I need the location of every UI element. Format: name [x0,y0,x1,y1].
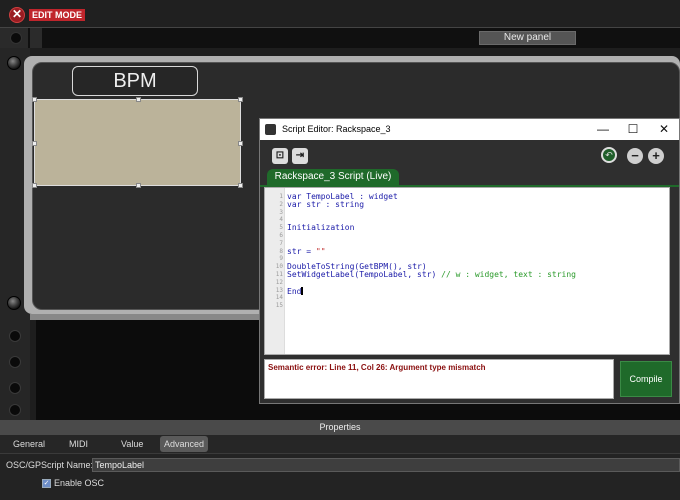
tab-rackspace-script[interactable]: Rackspace_3 Script (Live) [267,169,399,185]
code-line: End [287,286,304,296]
script-editor-title: Script Editor: Rackspace_3 [282,124,391,134]
line-number: 15 [275,302,283,310]
rack-hole-icon [9,356,21,368]
osc-name-input[interactable]: TempoLabel [92,458,680,472]
line-number: 3 [279,208,283,216]
bpm-text-label[interactable]: BPM [72,66,198,96]
tab-value[interactable]: Value [117,436,147,452]
rack-hole-icon [9,404,21,416]
code-string-token: "" [315,246,326,256]
code-line: SetWidgetLabel(TempoLabel, str) // w : w… [287,271,576,279]
text-caret [301,286,304,295]
line-number: 8 [279,247,283,255]
rack-hole-icon [9,382,21,394]
line-number: 1 [279,193,283,200]
script-editor-toolbar: ⊡ ⇥ ↶ − + [260,140,679,170]
undo-icon[interactable]: ↶ [601,147,617,163]
rack-divider [30,28,42,48]
code-token: End [287,286,302,296]
script-editor-titlebar[interactable]: Script Editor: Rackspace_3 — ☐ ✕ [260,119,679,140]
resize-handle[interactable] [238,183,243,188]
lock-icon[interactable]: ⊡ [272,148,288,164]
exit-edit-mode-icon[interactable]: ✕ [9,7,25,23]
tab-general[interactable]: General [9,436,49,452]
new-panel-button[interactable]: New panel [479,31,576,45]
properties-tabs: General MIDI Value Advanced [0,435,680,453]
error-output: Semantic error: Line 11, Col 26: Argumen… [264,359,614,399]
code-editor[interactable]: 1 2 3 4 5 6 7 8 9 10 11 12 13 14 15 var … [264,187,670,355]
app-window: ✕ EDIT MODE New panel BPM Script Editor: [0,0,680,500]
osc-name-label: OSC/GPScript Name: [6,460,94,470]
compile-button[interactable]: Compile [620,361,672,397]
rack-hole-icon [9,330,21,342]
resize-handle[interactable] [32,141,37,146]
code-token: str = [287,246,316,256]
line-number: 13 [275,286,283,294]
maximize-icon[interactable]: ☐ [618,119,648,140]
properties-header: Properties [0,420,680,435]
screw-icon [7,296,21,310]
top-bar: ✕ EDIT MODE [0,0,680,28]
code-line: str = "" [287,246,326,256]
tab-advanced[interactable]: Advanced [160,436,209,452]
line-number: 9 [279,255,283,263]
resize-handle[interactable] [32,97,37,102]
resize-handle[interactable] [238,141,243,146]
resize-handle[interactable] [136,183,141,188]
tab-midi[interactable]: MIDI [65,436,92,452]
close-icon[interactable]: ✕ [649,119,679,140]
screw-icon [7,56,21,70]
code-line: Initialization [287,223,355,233]
minimize-icon[interactable]: — [588,119,618,140]
enable-osc-checkbox[interactable]: ✓ [42,479,51,488]
zoom-out-icon[interactable]: − [627,148,643,164]
app-icon [265,124,276,135]
line-number: 11 [275,271,283,278]
resize-handle[interactable] [32,183,37,188]
rack-hole-icon [10,32,22,44]
line-number: 12 [275,278,283,286]
panel-toolbar: New panel [0,28,680,48]
line-number: 5 [279,224,283,232]
edit-mode-badge: EDIT MODE [29,9,86,21]
code-comment-token: // w : widget, text : string [441,270,576,279]
line-number: 2 [279,200,283,208]
line-number: 10 [275,263,283,271]
code-line: var str : string [287,199,365,209]
script-editor-window: Script Editor: Rackspace_3 — ☐ ✕ ⊡ ⇥ ↶ −… [259,118,680,404]
line-number-gutter: 1 2 3 4 5 6 7 8 9 10 11 12 13 14 15 [265,188,285,354]
tempo-label-widget[interactable] [32,97,243,188]
line-number: 6 [279,232,283,239]
code-token: SetWidgetLabel(TempoLabel, str) [287,270,442,279]
line-number: 7 [279,239,283,247]
resize-handle[interactable] [136,97,141,102]
resize-handle[interactable] [238,97,243,102]
enable-osc-label: Enable OSC [54,478,105,488]
line-number: 4 [279,216,283,224]
line-number: 14 [275,294,283,302]
zoom-in-icon[interactable]: + [648,148,664,164]
export-icon[interactable]: ⇥ [292,148,308,164]
rack-strip-top [0,28,28,48]
